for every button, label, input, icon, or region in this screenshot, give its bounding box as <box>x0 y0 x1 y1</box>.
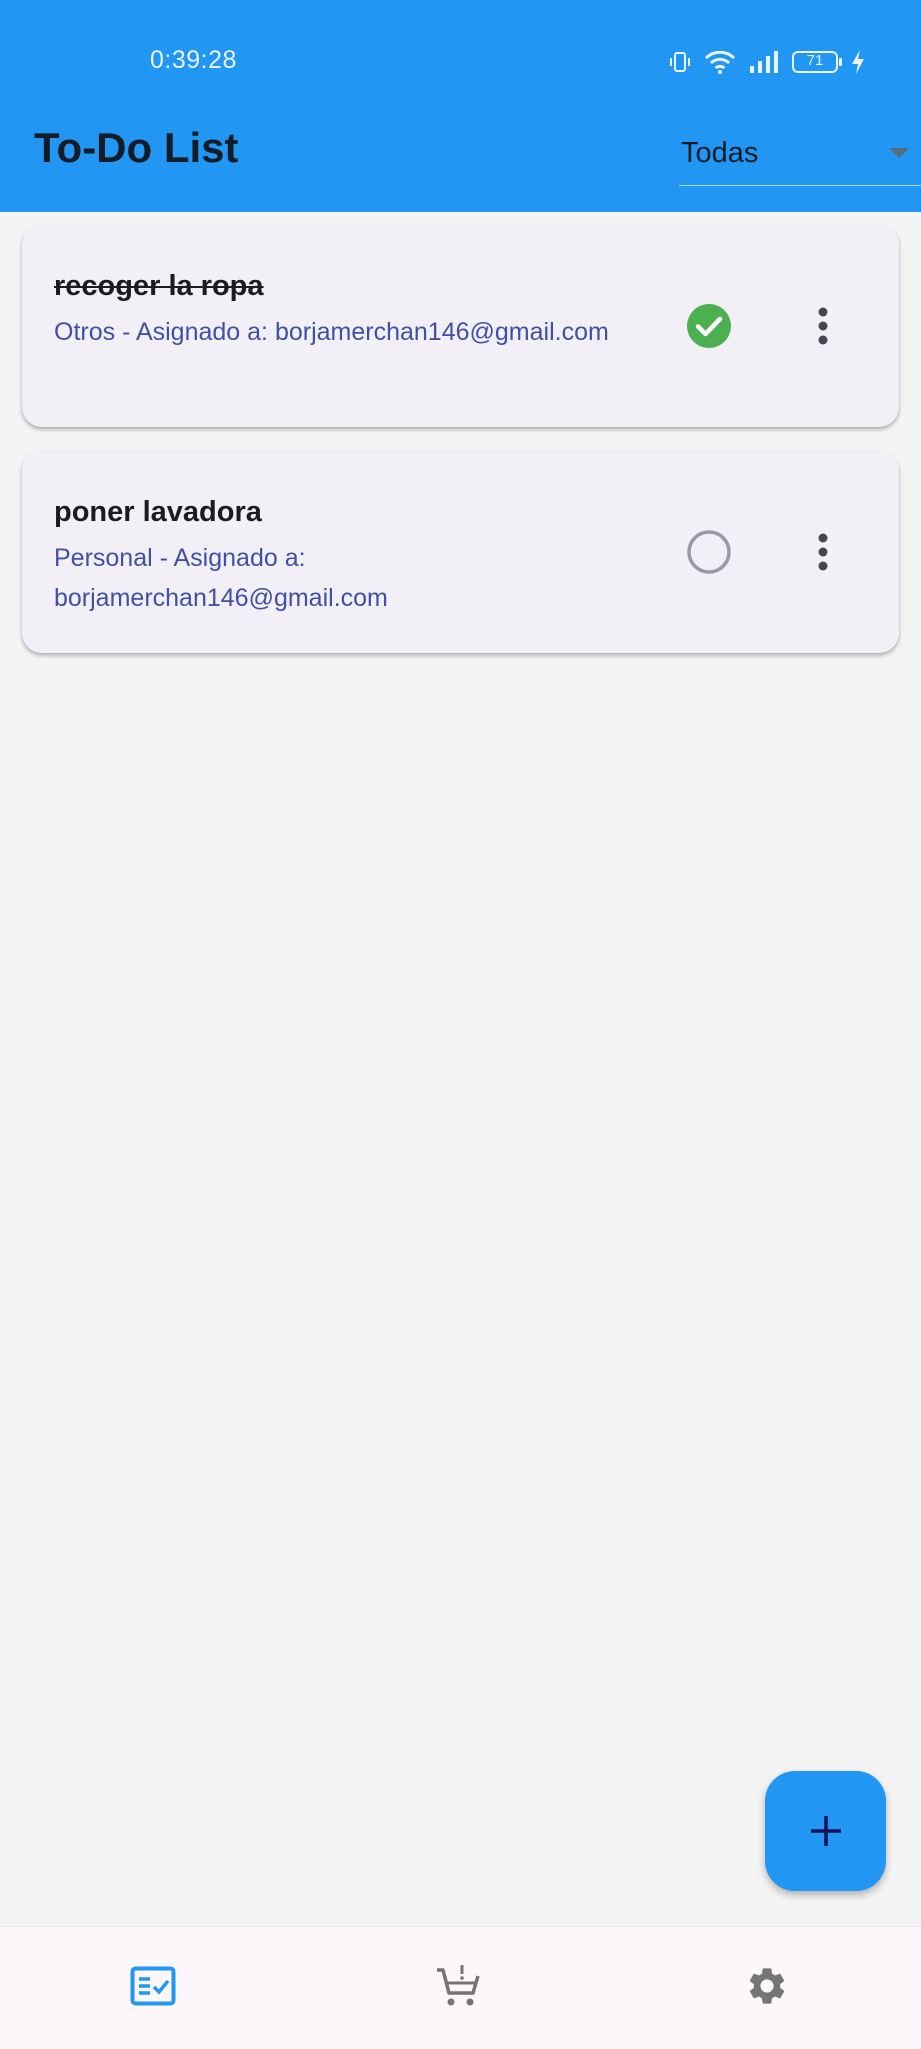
category-filter-dropdown[interactable]: Todas <box>679 130 921 186</box>
task-complete-toggle[interactable] <box>686 529 732 575</box>
signal-icon <box>750 51 778 73</box>
wifi-icon <box>704 50 736 74</box>
task-more-button[interactable] <box>800 303 846 349</box>
page-title: To-Do List <box>34 124 239 171</box>
status-icons: 71 <box>668 47 866 77</box>
battery-level: 71 <box>806 52 824 69</box>
task-title: recoger la ropa <box>54 270 264 302</box>
add-task-button[interactable] <box>765 1771 886 1891</box>
task-title: poner lavadora <box>54 496 262 528</box>
task-more-button[interactable] <box>800 529 846 575</box>
more-vert-icon <box>818 307 828 345</box>
nav-item-tasks[interactable] <box>128 1961 178 2011</box>
status-time: 0:39:28 <box>150 46 237 74</box>
circle-outline-icon <box>687 530 731 574</box>
more-vert-icon <box>818 533 828 571</box>
nav-item-shopping[interactable] <box>433 1961 483 2011</box>
app-bar: 0:39:28 71 To-Do List Todas <box>0 0 921 212</box>
vibrate-icon <box>670 52 690 72</box>
filter-selected-value: Todas <box>681 137 759 169</box>
nav-item-settings[interactable] <box>742 1961 792 2011</box>
check-circle-icon <box>687 304 731 348</box>
gear-icon <box>749 1968 785 2004</box>
charging-icon <box>852 50 864 74</box>
task-card[interactable]: recoger la ropa Otros - Asignado a: borj… <box>22 224 899 427</box>
dropdown-arrow-icon <box>889 148 909 158</box>
cart-icon <box>437 1965 480 2006</box>
task-subtitle: Otros - Asignado a: borjamerchan146@gmai… <box>54 318 609 346</box>
task-card[interactable]: poner lavadora Personal - Asignado a: bo… <box>22 450 899 653</box>
bottom-navigation <box>0 1926 921 2049</box>
task-subtitle: Personal - Asignado a: borjamerchan146@g… <box>54 544 388 612</box>
task-list-icon <box>130 1966 176 2006</box>
plus-icon <box>810 1816 841 1846</box>
battery-icon: 71 <box>792 51 842 73</box>
task-complete-toggle[interactable] <box>686 303 732 349</box>
